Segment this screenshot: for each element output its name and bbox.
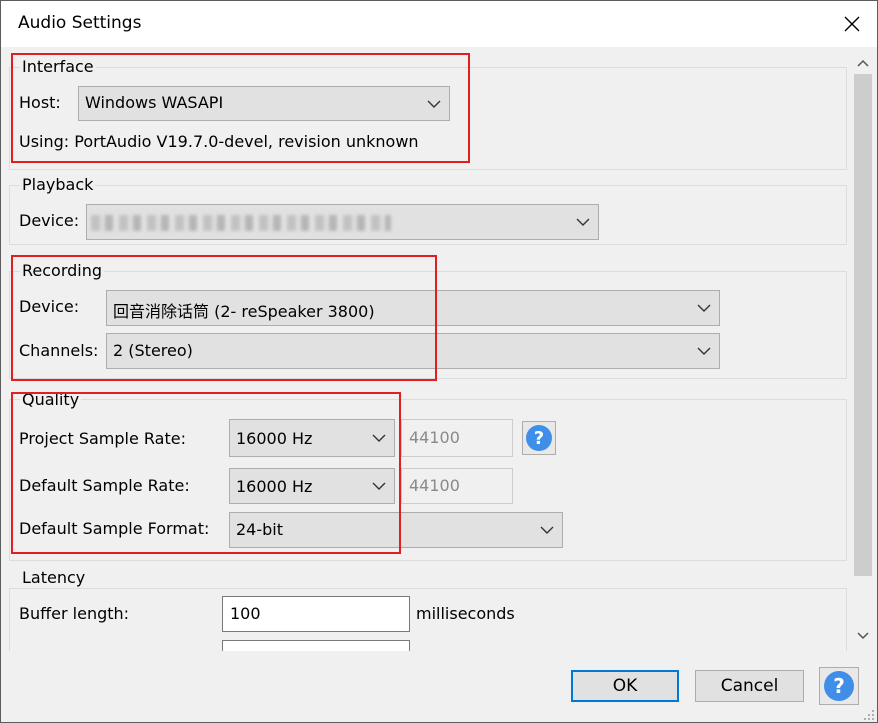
default-sample-rate-dropdown[interactable]: 16000 Hz [229,468,395,504]
buffer-length-value: 100 [230,604,261,623]
chevron-down-icon [372,482,386,490]
quality-help-button[interactable]: ? [522,421,556,455]
project-sample-rate-value: 16000 Hz [236,429,313,448]
chevron-down-icon [576,218,590,226]
title-bar: Audio Settings [1,1,877,47]
footer-help-button[interactable]: ? [819,667,859,705]
default-sample-rate-value: 16000 Hz [236,477,313,496]
chevron-down-icon [372,434,386,442]
host-value: Windows WASAPI [85,93,224,112]
scroll-up-icon[interactable] [857,59,869,67]
default-sample-format-dropdown[interactable]: 24-bit [229,512,563,548]
cancel-button[interactable]: Cancel [695,670,804,702]
project-sample-rate-custom-value: 44100 [409,428,460,447]
scroll-down-icon[interactable] [857,632,869,640]
chevron-down-icon [427,100,441,108]
host-dropdown[interactable]: Windows WASAPI [78,86,450,121]
host-label: Host: [19,93,61,112]
channels-label: Channels: [19,341,99,360]
help-icon: ? [824,671,854,701]
chevron-down-icon [540,526,554,534]
close-icon[interactable] [827,4,877,44]
buffer-length-unit: milliseconds [416,604,515,623]
recording-device-dropdown[interactable]: 回音消除话筒 (2- reSpeaker 3800) [106,290,720,326]
buffer-length-input[interactable]: 100 [222,596,410,632]
interface-group-label: Interface [20,57,96,77]
recording-group-label: Recording [20,261,105,281]
settings-scroll-area: Interface Host: Windows WASAPI Using: Po… [1,47,849,651]
resize-grip-icon[interactable] [863,709,875,721]
chevron-down-icon [697,304,711,312]
redacted-device-name [91,215,391,231]
latency-group-label: Latency [20,568,88,588]
buffer-length-label: Buffer length: [19,604,130,623]
chevron-down-icon [697,347,711,355]
project-sample-rate-label: Project Sample Rate: [19,429,186,448]
recording-device-value: 回音消除话筒 (2- reSpeaker 3800) [113,302,375,321]
portaudio-info: Using: PortAudio V19.7.0-devel, revision… [19,132,419,151]
project-sample-rate-custom-field: 44100 [401,419,513,457]
playback-device-label: Device: [19,211,80,230]
default-sample-rate-label: Default Sample Rate: [19,476,190,495]
default-sample-rate-custom-value: 44100 [409,476,460,495]
latency-compensation-input[interactable] [222,640,410,651]
playback-group-label: Playback [20,175,96,195]
default-sample-format-label: Default Sample Format: [19,519,210,538]
playback-device-dropdown[interactable] [86,204,599,240]
ok-button[interactable]: OK [571,670,679,702]
recording-device-label: Device: [19,297,80,316]
quality-group-label: Quality [20,390,82,410]
channels-value: 2 (Stereo) [113,341,193,360]
help-icon: ? [526,425,552,451]
audio-settings-dialog: Audio Settings Interface Host: Windows W… [0,0,878,723]
dialog-title: Audio Settings [18,13,142,33]
default-sample-rate-custom-field: 44100 [401,468,513,504]
project-sample-rate-dropdown[interactable]: 16000 Hz [229,419,395,457]
channels-dropdown[interactable]: 2 (Stereo) [106,333,720,369]
scrollbar-thumb[interactable] [854,74,872,576]
default-sample-format-value: 24-bit [236,520,284,539]
